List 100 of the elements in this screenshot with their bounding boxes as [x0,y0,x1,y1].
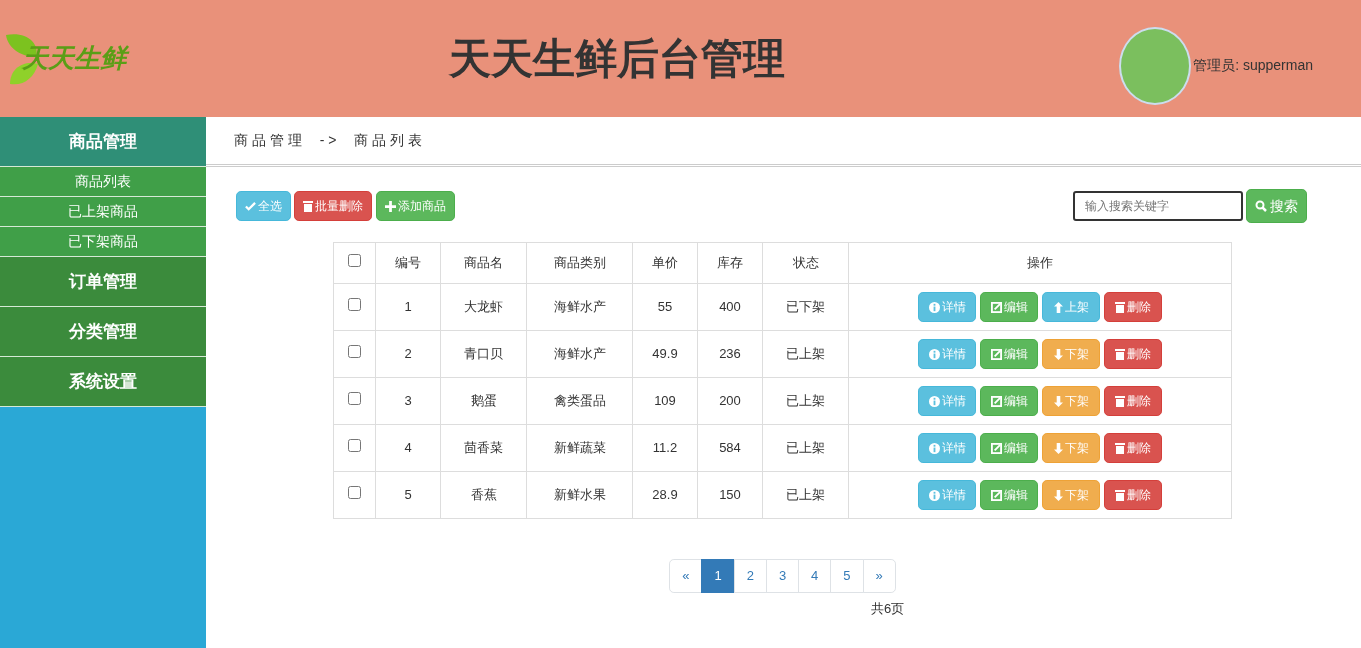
row-checkbox[interactable] [348,486,361,500]
table-cell: 新鲜水果 [553,487,606,503]
search-icon [1255,200,1267,212]
row-checkbox[interactable] [348,439,361,453]
select-all-button[interactable]: 全选 [236,191,291,221]
table-cell: 1 [404,299,412,315]
sidebar-section[interactable]: 系统设置 [0,357,206,407]
search-field[interactable]: 输入搜索关键字 [1072,191,1243,221]
detail-button[interactable]: 详情 [918,433,976,463]
edit-icon [990,489,1002,501]
trash-icon [1115,442,1125,454]
table-cell: 109 [654,393,676,409]
table-cell: 3 [404,393,412,409]
page-title: 天天生鲜后台管理 [448,35,785,82]
next-page-link[interactable]: » [862,559,896,593]
table-cell: 2 [404,346,412,362]
detail-button[interactable]: 详情 [918,339,976,369]
shelve-down-button[interactable]: 下架 [1042,339,1100,369]
admin-label: 管理员: supperman [1193,56,1313,75]
detail-button[interactable]: 详情 [918,480,976,510]
table-cell: 236 [719,346,741,362]
breadcrumb-text: 商 品 列 表 [354,131,423,150]
detail-button[interactable]: 详情 [918,386,976,416]
table-cell: 4 [404,440,412,456]
table-cell: 已上架 [786,440,825,456]
shelve-down-button[interactable]: 下架 [1042,386,1100,416]
column-header: 商品类别 [553,255,606,271]
trash-icon [303,200,314,212]
search-button[interactable]: 搜索 [1246,189,1307,223]
table-cell: 青口贝 [464,346,503,362]
table-cell: 茴香菜 [464,440,503,456]
table-cell: 200 [719,393,741,409]
table-cell: 5 [404,487,412,503]
table-cell: 11.2 [652,440,678,456]
edit-button[interactable]: 编辑 [980,386,1038,416]
edit-button[interactable]: 编辑 [980,480,1038,510]
delete-button[interactable]: 批量删除 [294,191,373,221]
edit-button[interactable]: 编辑 [980,339,1038,369]
table-cell: 已上架 [786,487,825,503]
sidebar-section[interactable]: 商品管理 [0,117,206,167]
column-header: 商品名 [464,255,503,271]
delete-button[interactable]: 删除 [1104,433,1162,463]
column-header: 单价 [652,255,678,271]
edit-icon [990,348,1002,360]
column-header: 编号 [395,255,421,271]
arrow-down-icon [1053,348,1063,360]
shelve-up-button[interactable]: 上架 [1042,292,1100,322]
table-cell: 新鲜蔬菜 [553,440,606,456]
check-icon [245,200,256,212]
table-cell: 150 [719,487,741,503]
table-cell: 海鲜水产 [553,299,606,315]
delete-button[interactable]: 删除 [1104,339,1162,369]
page-count: 共6页 [870,599,905,618]
sidebar-section[interactable]: 订单管理 [0,257,206,307]
row-checkbox[interactable] [348,345,361,359]
column-header: 库存 [717,255,743,271]
sidebar-item[interactable]: 已上架商品 [0,197,206,227]
arrow-down-icon [1053,442,1063,454]
breadcrumb-text: 商 品 管 理 [234,131,302,150]
edit-button[interactable]: 编辑 [980,433,1038,463]
table-cell: 584 [719,440,741,456]
page-link[interactable]: 5 [830,559,864,593]
info-icon [928,442,940,454]
page-link[interactable]: 1 [701,559,735,593]
delete-button[interactable]: 删除 [1104,386,1162,416]
table-cell: 香蕉 [470,487,497,503]
trash-icon [1115,301,1125,313]
column-header: 操作 [1027,255,1053,271]
page-link[interactable]: 2 [733,559,767,593]
info-icon [928,301,940,313]
arrow-down-icon [1053,395,1063,407]
detail-button[interactable]: 详情 [918,292,976,322]
edit-icon [990,442,1002,454]
shelve-down-button[interactable]: 下架 [1042,480,1100,510]
breadcrumb-text: - > [319,131,337,150]
table-cell: 28.9 [652,487,678,503]
page-link[interactable]: 3 [765,559,800,593]
sidebar-item[interactable]: 已下架商品 [0,227,206,257]
arrow-down-icon [1053,489,1063,501]
edit-button[interactable]: 编辑 [980,292,1038,322]
row-checkbox[interactable] [348,392,361,406]
sidebar-section[interactable]: 分类管理 [0,307,206,357]
shelve-down-button[interactable]: 下架 [1042,433,1100,463]
trash-icon [1115,395,1125,407]
row-checkbox[interactable] [348,298,361,312]
delete-button[interactable]: 删除 [1104,292,1162,322]
sidebar-item[interactable]: 商品列表 [0,167,206,197]
edit-icon [990,395,1002,407]
table-cell: 鹅蛋 [470,393,497,409]
arrow-up-icon [1053,301,1063,313]
table-cell: 已上架 [786,393,825,409]
table-cell: 55 [657,299,673,315]
delete-button[interactable]: 删除 [1104,480,1162,510]
table-cell: 49.9 [652,346,678,362]
previous-page-link[interactable]: « [669,559,703,593]
select-all-checkbox[interactable] [348,254,361,268]
add-button[interactable]: 添加商品 [375,191,455,221]
plus-icon [384,200,396,212]
column-header: 状态 [792,255,819,271]
page-link[interactable]: 4 [798,559,832,593]
